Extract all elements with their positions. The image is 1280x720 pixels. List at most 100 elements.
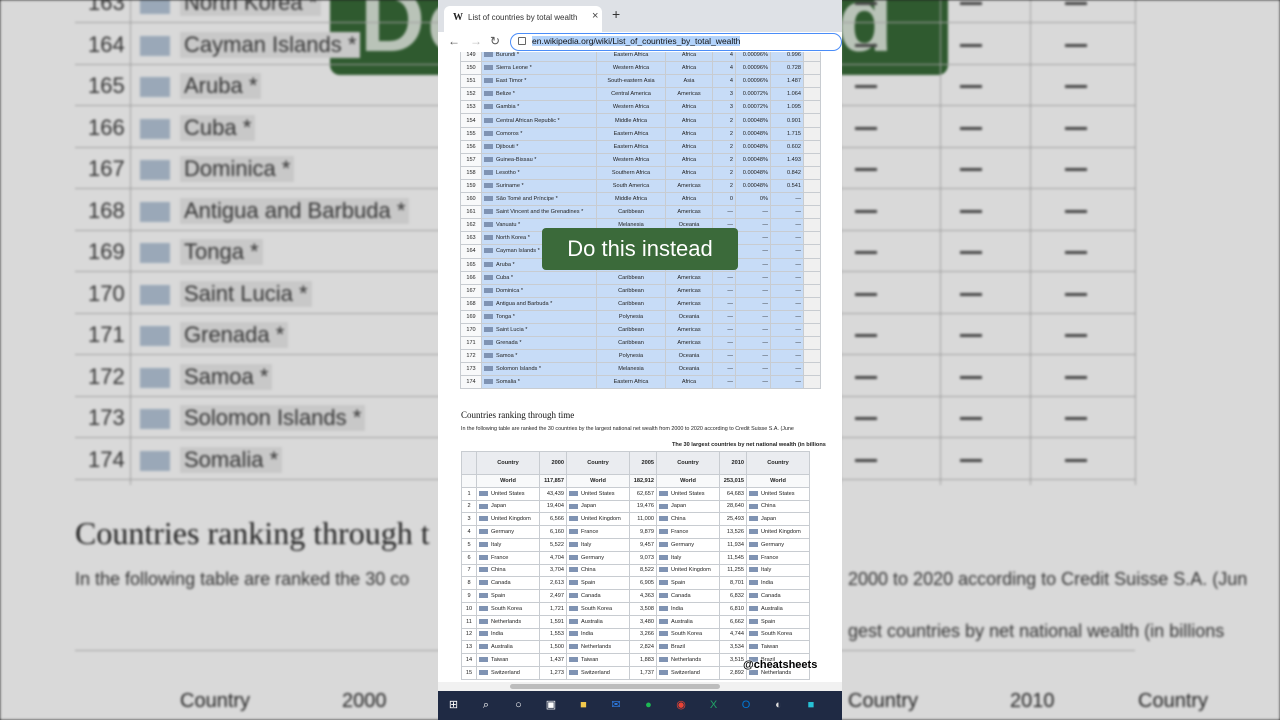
excel-icon[interactable]: X: [707, 699, 720, 712]
country-link[interactable]: China: [671, 516, 686, 522]
forward-arrow-icon[interactable]: →: [470, 34, 482, 48]
country-link[interactable]: Taiwan: [761, 644, 778, 650]
obs-icon[interactable]: ◐: [772, 699, 785, 712]
country-link[interactable]: Australia: [761, 606, 783, 612]
country-link[interactable]: Switzerland: [671, 670, 700, 676]
country-link[interactable]: United States: [581, 491, 615, 497]
header-cell[interactable]: Country: [566, 451, 630, 475]
country-link[interactable]: Canada: [671, 593, 691, 599]
country-link[interactable]: Spain: [761, 619, 775, 625]
country-link[interactable]: Australia: [581, 619, 603, 625]
country-link[interactable]: Germany: [581, 555, 604, 561]
country-link[interactable]: Antigua and Barbuda *: [496, 301, 552, 307]
country-link[interactable]: China: [491, 567, 506, 573]
country-link[interactable]: France: [491, 555, 508, 561]
country-link[interactable]: Solomon Islands *: [496, 366, 541, 372]
country-link[interactable]: South Korea: [491, 606, 522, 612]
country-link[interactable]: France: [671, 529, 688, 535]
country-link[interactable]: Suriname *: [496, 183, 524, 189]
cortana-icon[interactable]: ○: [512, 699, 525, 712]
country-link[interactable]: United States: [491, 491, 525, 497]
country-link[interactable]: United Kingdom: [671, 567, 711, 573]
country-link[interactable]: South Korea: [581, 606, 612, 612]
country-link[interactable]: Djibouti *: [496, 144, 518, 150]
country-link[interactable]: Guinea-Bissau *: [496, 157, 536, 163]
header-cell[interactable]: 2010: [719, 451, 747, 475]
country-link[interactable]: Germany: [761, 542, 784, 548]
task-view-icon[interactable]: ▣: [545, 699, 558, 712]
country-link[interactable]: Dominica *: [496, 288, 523, 294]
country-link[interactable]: Taiwan: [491, 657, 508, 663]
country-link[interactable]: Switzerland: [491, 670, 520, 676]
country-link[interactable]: India: [491, 631, 503, 637]
country-link[interactable]: Japan: [761, 516, 776, 522]
country-link[interactable]: Somalia *: [496, 379, 520, 385]
country-link[interactable]: Netherlands: [491, 619, 521, 625]
windows-start-icon[interactable]: ⊞: [447, 699, 460, 712]
back-arrow-icon[interactable]: ←: [448, 34, 460, 48]
country-link[interactable]: São Tomé and Príncipe *: [496, 196, 558, 202]
mail-icon[interactable]: ✉: [610, 699, 623, 712]
country-link[interactable]: India: [671, 606, 683, 612]
country-link[interactable]: Grenada *: [496, 340, 522, 346]
page-content[interactable]: 149 Burundi * Eastern Africa Africa 4 0.00096…: [438, 52, 842, 682]
country-link[interactable]: Canada: [581, 593, 601, 599]
app-icon[interactable]: ■: [805, 699, 818, 712]
country-link[interactable]: Netherlands: [671, 657, 701, 663]
header-cell[interactable]: 2000: [539, 451, 567, 475]
address-bar[interactable]: en.wikipedia.org/wiki/List_of_countries_…: [510, 33, 842, 51]
country-link[interactable]: East Timor *: [496, 78, 526, 84]
country-link[interactable]: China: [581, 567, 596, 573]
country-link[interactable]: North Korea *: [496, 235, 530, 241]
country-link[interactable]: Japan: [671, 503, 686, 509]
new-tab-button[interactable]: +: [612, 6, 620, 22]
scrollbar-thumb[interactable]: [510, 684, 720, 689]
country-link[interactable]: India: [761, 580, 773, 586]
country-link[interactable]: Australia: [491, 644, 513, 650]
country-link[interactable]: United States: [761, 491, 795, 497]
country-link[interactable]: Canada: [761, 593, 781, 599]
country-link[interactable]: France: [761, 555, 778, 561]
country-link[interactable]: Italy: [491, 542, 501, 548]
country-link[interactable]: Aruba *: [496, 262, 515, 268]
country-link[interactable]: Japan: [581, 503, 596, 509]
header-cell[interactable]: Country: [746, 451, 810, 475]
country-link[interactable]: United Kingdom: [491, 516, 531, 522]
country-link[interactable]: Cayman Islands *: [496, 248, 540, 254]
spotify-icon[interactable]: ●: [642, 699, 655, 712]
country-link[interactable]: Taiwan: [581, 657, 598, 663]
country-link[interactable]: Tonga *: [496, 314, 515, 320]
country-link[interactable]: United Kingdom: [581, 516, 621, 522]
country-link[interactable]: Saint Vincent and the Grenadines *: [496, 209, 583, 215]
country-link[interactable]: Spain: [581, 580, 595, 586]
country-link[interactable]: Italy: [581, 542, 591, 548]
country-link[interactable]: China: [761, 503, 776, 509]
url-text[interactable]: en.wikipedia.org/wiki/List_of_countries_…: [532, 36, 741, 46]
country-link[interactable]: Australia: [671, 619, 693, 625]
chrome-icon[interactable]: ◉: [675, 699, 688, 712]
country-link[interactable]: Japan: [491, 503, 506, 509]
header-cell[interactable]: 2005: [629, 451, 657, 475]
header-cell[interactable]: Country: [656, 451, 720, 475]
country-link[interactable]: Comoros *: [496, 131, 522, 137]
country-link[interactable]: Italy: [761, 567, 771, 573]
file-explorer-icon[interactable]: ■: [577, 699, 590, 712]
reload-icon[interactable]: ↻: [490, 34, 500, 48]
country-link[interactable]: Central African Republic *: [496, 118, 560, 124]
country-link[interactable]: Spain: [491, 593, 505, 599]
country-link[interactable]: India: [581, 631, 593, 637]
country-link[interactable]: Vanuatu *: [496, 222, 520, 228]
search-icon[interactable]: ⌕: [480, 699, 493, 712]
country-link[interactable]: Belize *: [496, 91, 515, 97]
country-link[interactable]: Canada: [491, 580, 511, 586]
header-cell[interactable]: Country: [476, 451, 540, 475]
lock-icon[interactable]: [518, 37, 526, 45]
country-link[interactable]: South Korea: [761, 631, 792, 637]
country-link[interactable]: Gambia *: [496, 104, 519, 110]
horizontal-scrollbar[interactable]: [438, 682, 842, 691]
country-link[interactable]: France: [581, 529, 598, 535]
country-link[interactable]: Saint Lucia *: [496, 327, 527, 333]
country-link[interactable]: Sierra Leone *: [496, 65, 532, 71]
outlook-icon[interactable]: O: [740, 699, 753, 712]
country-link[interactable]: Lesotho *: [496, 170, 520, 176]
